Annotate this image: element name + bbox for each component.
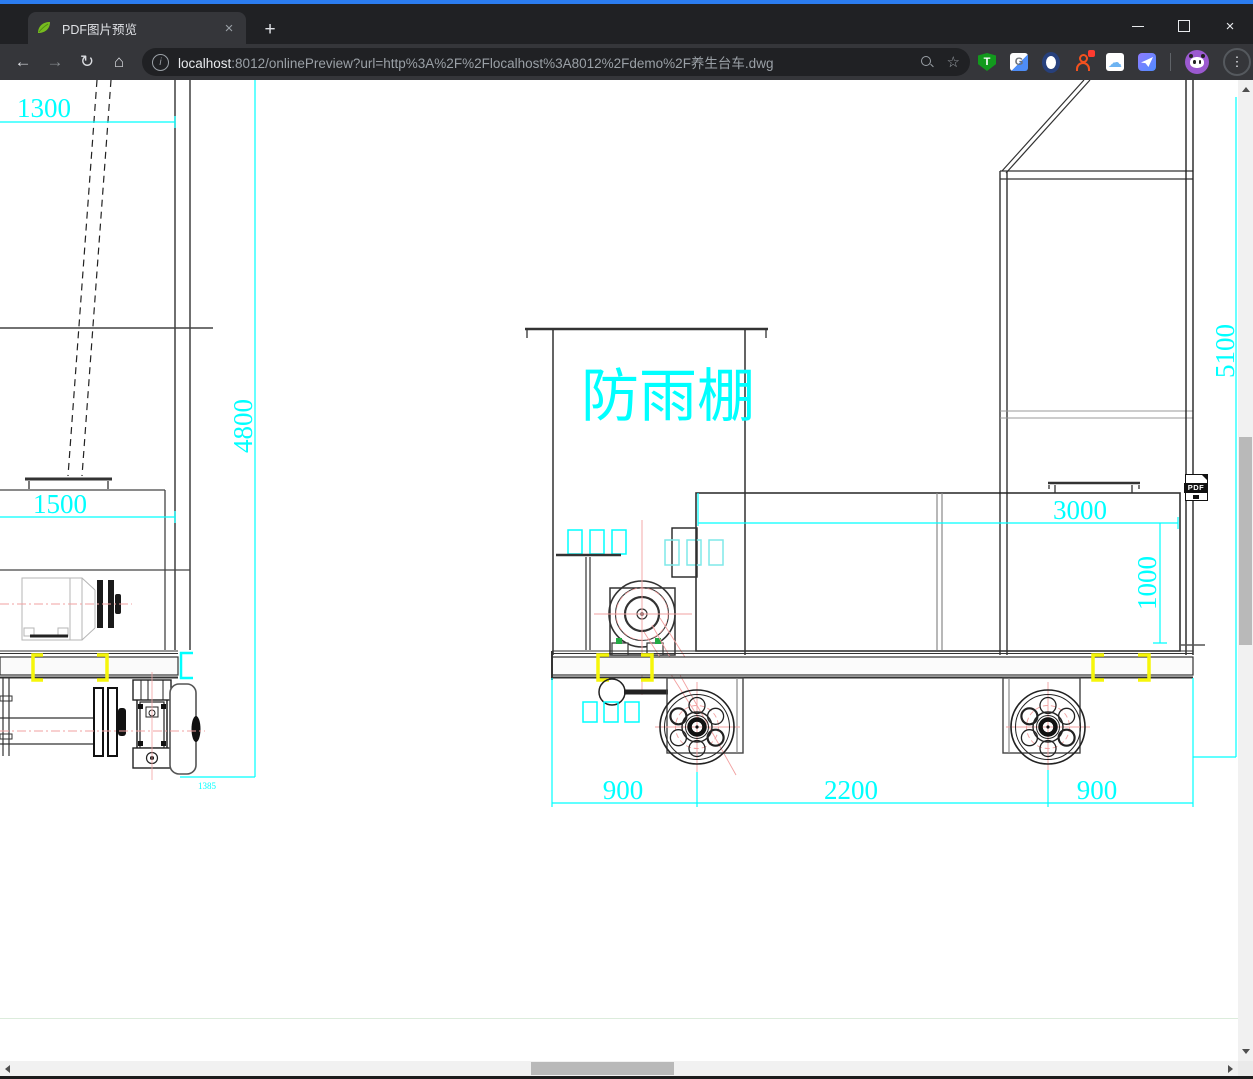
toolbar-separator: [1170, 53, 1171, 71]
bookmark-star-icon[interactable]: ☆: [947, 53, 960, 71]
url-bar[interactable]: i localhost:8012/onlinePreview?url=http%…: [142, 48, 970, 76]
window-controls: ×: [1115, 8, 1253, 44]
page-content: 1300 4800 1500 1385 防雨棚 3000 1000 5100 9…: [0, 80, 1238, 1061]
browser-window: PDF图片预览 × + × ← → ↻ ⌂ i localhost:8012/o…: [0, 0, 1253, 1079]
spring-leaf-favicon: [36, 20, 52, 36]
dim-5100: 5100: [1210, 324, 1238, 378]
url-text[interactable]: localhost:8012/onlinePreview?url=http%3A…: [178, 52, 919, 72]
ring-extension-icon[interactable]: [1042, 51, 1060, 73]
shed-label: 防雨棚: [581, 364, 755, 429]
reload-button[interactable]: ↻: [72, 47, 102, 77]
avatar-eye: [1198, 60, 1201, 64]
url-path: :8012/onlinePreview?url=http%3A%2F%2Floc…: [231, 56, 774, 71]
cloud-extension-icon[interactable]: ☁: [1106, 53, 1124, 71]
left-view-dimensions: 1300 4800 1500 1385: [0, 80, 258, 791]
bird-icon: [1141, 57, 1153, 67]
ring-icon: [1042, 51, 1060, 73]
horizontal-scrollbar-thumb[interactable]: [531, 1062, 674, 1075]
bird-extension-icon[interactable]: [1138, 53, 1156, 71]
dim-900-right: 900: [1077, 775, 1118, 805]
pdf-download-icon[interactable]: PDF: [1184, 474, 1208, 501]
scroll-down-arrow-icon[interactable]: [1242, 1049, 1250, 1054]
image-bottom-edge: [0, 1018, 1238, 1019]
close-icon: ×: [1225, 17, 1235, 35]
figure-extension-icon[interactable]: [1074, 50, 1095, 71]
pdf-badge-label: PDF: [1184, 483, 1208, 493]
home-button[interactable]: ⌂: [104, 47, 134, 77]
pdf-icon-detail: [1193, 495, 1199, 499]
scroll-left-arrow-icon[interactable]: [5, 1065, 10, 1073]
minimize-button[interactable]: [1115, 8, 1161, 44]
tab-close-icon[interactable]: ×: [220, 20, 238, 37]
new-tab-button[interactable]: +: [256, 16, 284, 44]
dim-1300: 1300: [17, 93, 71, 123]
maximize-button[interactable]: [1161, 8, 1207, 44]
vertical-scrollbar-thumb[interactable]: [1239, 437, 1252, 645]
dim-1385: 1385: [198, 781, 217, 791]
avatar-eye: [1193, 60, 1196, 64]
forward-button[interactable]: →: [40, 47, 70, 77]
tampermonkey-extension-icon[interactable]: T: [978, 53, 996, 71]
maximize-icon: [1178, 20, 1190, 32]
close-button[interactable]: ×: [1207, 8, 1253, 44]
minimize-icon: [1132, 25, 1144, 27]
dim-900-left: 900: [603, 775, 644, 805]
main-dimensions: 3000 1000 5100 900 2200 900: [551, 97, 1238, 807]
deck-view: [695, 171, 1181, 655]
notification-badge: [1088, 50, 1095, 57]
scroll-up-arrow-icon[interactable]: [1242, 87, 1250, 92]
cad-drawing: 1300 4800 1500 1385 防雨棚 3000 1000 5100 9…: [0, 80, 1238, 807]
dim-1500: 1500: [33, 489, 87, 519]
back-button[interactable]: ←: [8, 47, 38, 77]
scrollbar-corner: [1238, 1061, 1253, 1076]
horizontal-scrollbar[interactable]: [0, 1061, 1238, 1076]
dim-3000: 3000: [1053, 495, 1107, 525]
dim-2200: 2200: [824, 775, 878, 805]
dim-4800: 4800: [228, 399, 258, 453]
right-view: [1000, 80, 1205, 655]
profile-avatar[interactable]: [1185, 50, 1209, 74]
tab-bar: PDF图片预览 × + ×: [0, 4, 1253, 44]
scroll-right-arrow-icon[interactable]: [1228, 1065, 1233, 1073]
zoom-icon[interactable]: [919, 54, 935, 70]
shed-view: 防雨棚: [525, 327, 768, 776]
vertical-scrollbar[interactable]: [1238, 80, 1253, 1061]
left-view: [0, 80, 213, 780]
chrome-menu-button[interactable]: ⋮: [1223, 48, 1251, 76]
figure-body: [1076, 62, 1090, 71]
translate-extension-icon[interactable]: G: [1010, 53, 1028, 71]
pdf-page-fold: [1201, 474, 1208, 481]
url-host: localhost: [178, 56, 232, 71]
tab-title: PDF图片预览: [62, 22, 138, 37]
tab-pdf-preview[interactable]: PDF图片预览 ×: [28, 12, 246, 44]
frame-and-wheels: [551, 650, 1194, 772]
page-info-icon[interactable]: i: [152, 53, 169, 71]
dim-1000: 1000: [1132, 556, 1162, 610]
extensions-row: T G ☁ ⋮: [978, 44, 1251, 80]
